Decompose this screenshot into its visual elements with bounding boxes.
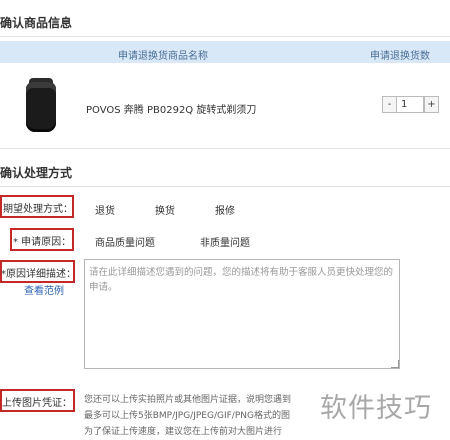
quantity-decrease-button[interactable]: -	[382, 96, 397, 113]
method-option-return[interactable]: 退货	[95, 202, 115, 217]
upload-hint-line-2: 最多可以上传5张BMP/JPG/JPEG/GIF/PNG格式的图	[84, 411, 290, 421]
column-header-quantity: 申请退换货数	[370, 51, 430, 62]
reason-option-non-quality[interactable]: 非质量问题	[200, 234, 250, 249]
method-label: 期望处理方式：	[3, 204, 73, 215]
column-header-product-name: 申请退换货商品名称	[118, 51, 208, 62]
upload-hint-line-1: 您还可以上传实拍照片或其他图片证据，说明您遇到	[84, 395, 292, 405]
detail-placeholder: 请在此详细描述您遇到的问题，您的描述将有助于客服人员更快处理您的申请。	[89, 267, 394, 293]
reason-label: * 申请原因：	[13, 237, 72, 248]
quantity-input[interactable]: 1	[396, 96, 424, 113]
reason-option-quality[interactable]: 商品质量问题	[95, 234, 155, 249]
method-option-exchange[interactable]: 换货	[155, 202, 175, 217]
watermark-text: 软件技巧	[320, 393, 432, 424]
detail-label: *原因详细描述：	[1, 269, 76, 280]
quantity-increase-button[interactable]: +	[424, 96, 439, 113]
section-divider	[0, 36, 450, 37]
product-name: POVOS 奔腾 PB0292Q 旋转式剃须刀	[86, 105, 257, 116]
upload-hint-line-3: 为了保证上传速度，建议您在上传前对大图片进行	[84, 427, 283, 437]
upload-label: 上传图片凭证：	[2, 398, 72, 409]
view-example-link[interactable]: 查看范例	[24, 282, 64, 297]
detail-textarea[interactable]: 请在此详细描述您遇到的问题，您的描述将有助于客服人员更快处理您的申请。	[84, 259, 400, 369]
section-title-handling-method: 确认处理方式	[0, 166, 73, 180]
section-divider	[0, 148, 450, 149]
product-image	[26, 82, 56, 132]
section-title-product-info: 确认商品信息	[0, 16, 73, 30]
section-divider	[0, 186, 450, 187]
textarea-resize-handle[interactable]	[391, 360, 399, 368]
method-option-repair[interactable]: 报修	[215, 202, 235, 217]
